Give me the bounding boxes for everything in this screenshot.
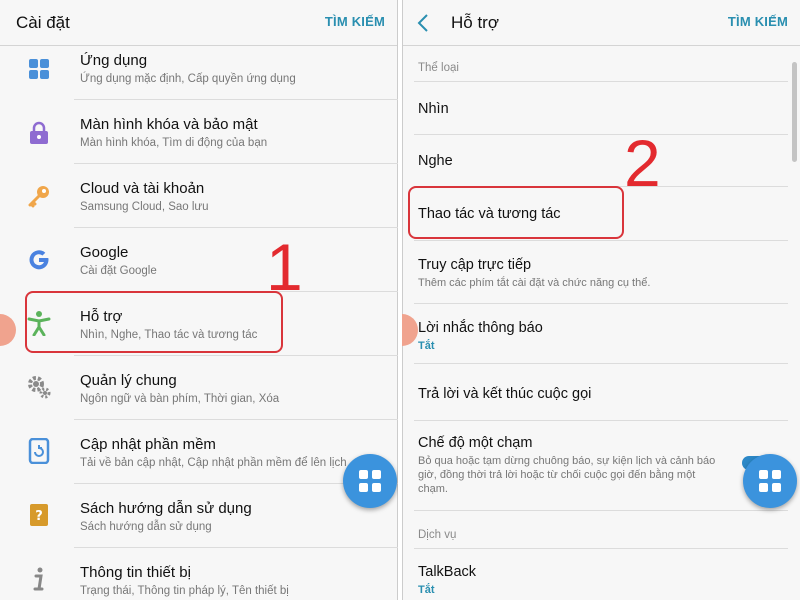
accessibility-item-notification-reminder-title[interactable]: Lời nhắc thông báo xyxy=(418,320,543,336)
grid-icon xyxy=(759,470,781,492)
page-title: Hỗ trợ xyxy=(451,12,499,32)
accessibility-item-single-tap-subtitle: Bỏ qua hoặc tạm dừng chuông báo, sự kiện… xyxy=(418,455,716,495)
accessibility-item-talkback-title[interactable]: TalkBack xyxy=(418,564,476,580)
user-manual-icon: ? xyxy=(26,502,52,528)
divider xyxy=(414,420,788,421)
software-update-icon xyxy=(26,438,52,464)
back-arrow-icon[interactable] xyxy=(403,0,443,46)
divider xyxy=(414,303,788,304)
google-icon xyxy=(26,247,52,273)
settings-item-cloud-subtitle: Samsung Cloud, Sao lưu xyxy=(80,201,209,213)
floating-apps-button[interactable] xyxy=(743,454,797,508)
page-title: Cài đặt xyxy=(16,12,70,32)
settings-item-manual-subtitle: Sách hướng dẫn sử dụng xyxy=(80,521,212,533)
divider xyxy=(414,510,788,511)
accessibility-item-direct-access-title[interactable]: Truy cập trực tiếp xyxy=(418,257,531,273)
highlight-box-interaction xyxy=(408,186,624,239)
accessibility-item-hearing[interactable]: Nghe xyxy=(418,153,453,169)
grid-icon xyxy=(359,470,381,492)
category-header: Thể loại xyxy=(418,62,459,74)
notification-reminder-status: Tắt xyxy=(418,340,435,352)
apps-grid-icon xyxy=(26,56,52,82)
info-icon xyxy=(26,566,52,592)
settings-item-apps-subtitle: Ứng dụng mặc định, Cấp quyền ứng dụng xyxy=(80,73,296,85)
settings-item-update-subtitle: Tải về bản cập nhật, Cập nhật phần mềm đ… xyxy=(80,457,347,469)
settings-item-manual-title[interactable]: Sách hướng dẫn sử dụng xyxy=(80,500,252,517)
settings-item-general-title[interactable]: Quản lý chung xyxy=(80,372,177,389)
annotation-number-1: 1 xyxy=(266,230,303,304)
settings-item-lockscreen-title[interactable]: Màn hình khóa và bảo mật xyxy=(80,116,258,133)
scrollbar[interactable] xyxy=(792,62,797,162)
highlight-box-accessibility xyxy=(25,291,283,353)
settings-item-general-subtitle: Ngôn ngữ và bàn phím, Thời gian, Xóa xyxy=(80,393,280,405)
divider xyxy=(414,240,788,241)
settings-item-device-info-title[interactable]: Thông tin thiết bị xyxy=(80,564,191,581)
key-icon xyxy=(26,183,52,209)
accessibility-item-direct-access-subtitle: Thêm các phím tắt cài đặt và chức năng c… xyxy=(418,277,651,289)
settings-item-device-info-subtitle: Trạng thái, Thông tin pháp lý, Tên thiết… xyxy=(80,585,289,597)
accessibility-app-bar: Hỗ trợ TÌM KIẾM xyxy=(403,0,800,46)
divider xyxy=(414,81,788,82)
settings-item-cloud-title[interactable]: Cloud và tài khoản xyxy=(80,180,204,197)
settings-app-bar: Cài đặt TÌM KIẾM xyxy=(0,0,397,46)
gears-icon xyxy=(26,374,52,400)
accessibility-item-single-tap-title[interactable]: Chế độ một chạm xyxy=(418,435,532,451)
svg-text:?: ? xyxy=(35,509,43,524)
settings-item-lockscreen-subtitle: Màn hình khóa, Tìm di động của bạn xyxy=(80,137,268,149)
settings-item-apps-title[interactable]: Ứng dụng xyxy=(80,52,147,69)
lock-icon xyxy=(26,120,52,146)
divider xyxy=(414,134,788,135)
floating-apps-button[interactable] xyxy=(343,454,397,508)
settings-item-update-title[interactable]: Cập nhật phần mềm xyxy=(80,436,216,453)
search-button[interactable]: TÌM KIẾM xyxy=(728,14,788,29)
settings-item-google-subtitle: Cài đặt Google xyxy=(80,265,157,277)
divider xyxy=(414,548,788,549)
talkback-status: Tắt xyxy=(418,584,435,596)
accessibility-item-vision[interactable]: Nhìn xyxy=(418,101,449,117)
search-button[interactable]: TÌM KIẾM xyxy=(325,14,385,29)
category-header: Dịch vụ xyxy=(418,529,457,541)
divider xyxy=(414,363,788,364)
annotation-number-2: 2 xyxy=(624,126,661,200)
accessibility-item-answer-end-calls[interactable]: Trả lời và kết thúc cuộc gọi xyxy=(418,386,591,402)
settings-item-google-title[interactable]: Google xyxy=(80,244,128,261)
